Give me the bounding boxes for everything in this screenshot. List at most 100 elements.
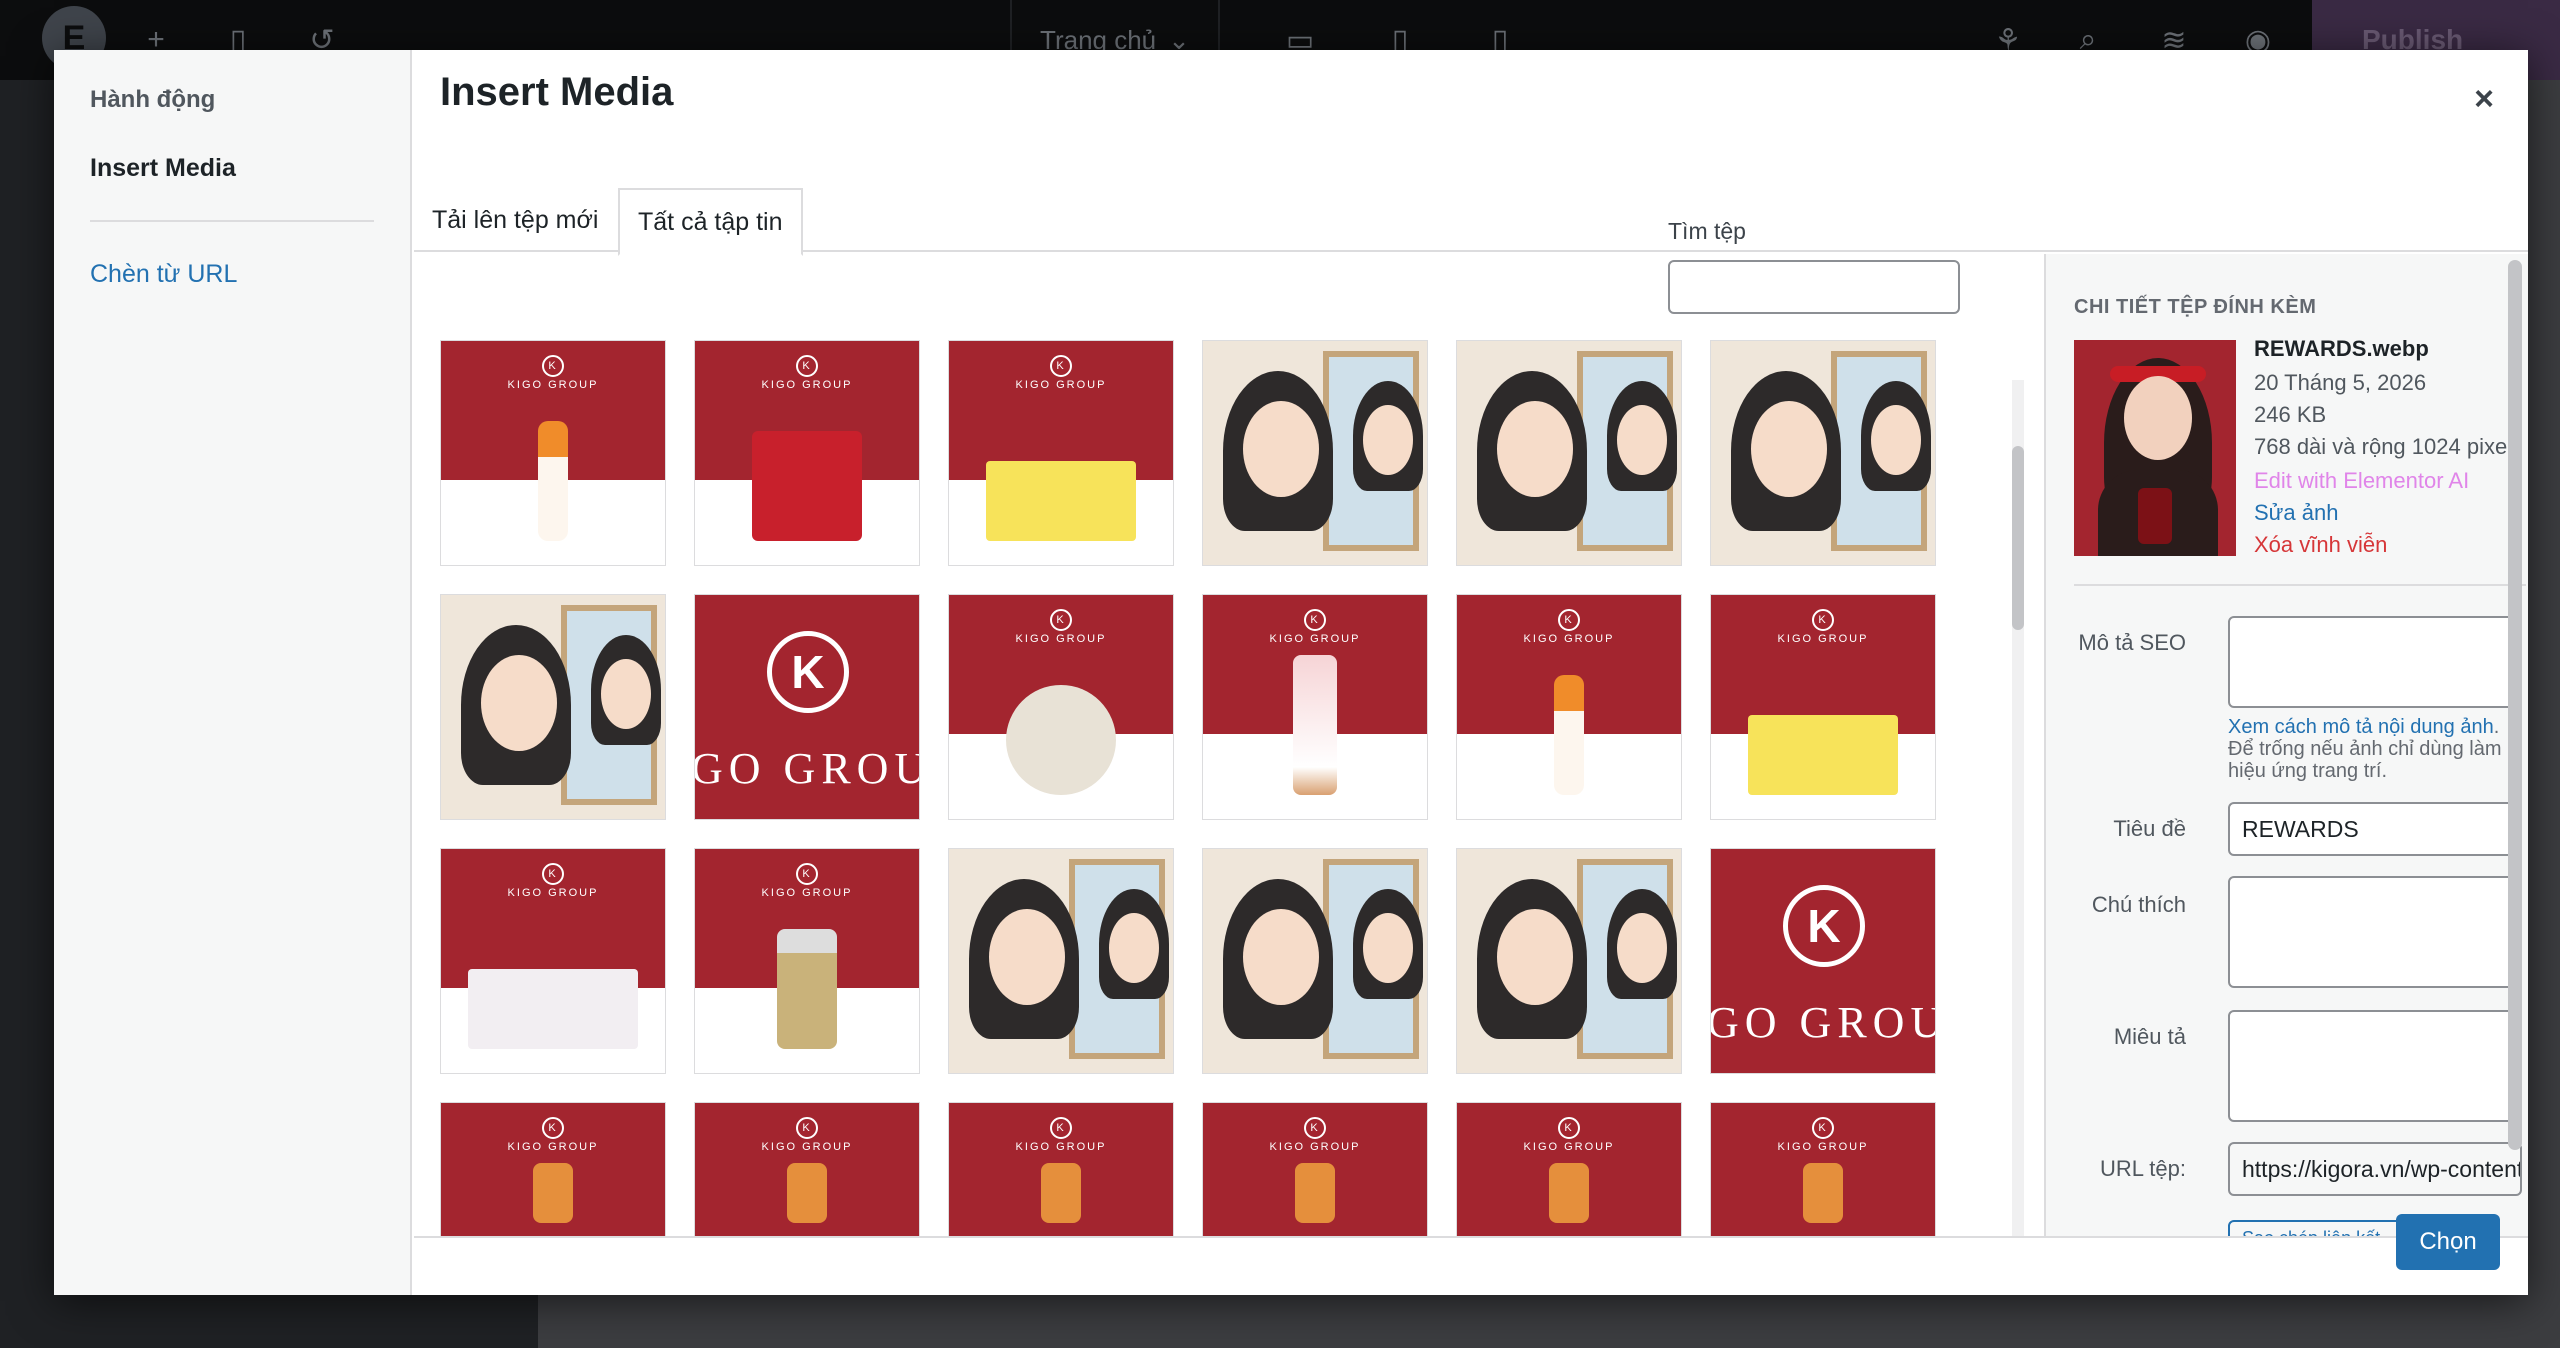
attachment-thumbnail[interactable]: K GO GROU <box>694 594 920 820</box>
attachment-thumbnail[interactable]: K KIGO GROUP <box>694 848 920 1074</box>
file-url-value: https://kigora.vn/wp-content/uploads/202… <box>2242 1155 2522 1182</box>
details-heading: CHI TIẾT TỆP ĐÍNH KÈM <box>2074 296 2317 318</box>
insert-media-modal: Hành động Insert Media Chèn từ URL Inser… <box>54 50 2528 1295</box>
attachment-thumbnail[interactable]: K KIGO GROUP <box>1710 1102 1936 1236</box>
caption-field[interactable] <box>2228 876 2522 988</box>
brand-label: K KIGO GROUP <box>1457 1117 1681 1153</box>
attachment-details: CHI TIẾT TỆP ĐÍNH KÈM REWARDS.webp 20 Th… <box>2044 254 2528 1236</box>
illustration-thumbnail[interactable] <box>948 848 1174 1074</box>
product-image <box>1803 1163 1843 1223</box>
description-label: Miêu tả <box>2113 1024 2186 1049</box>
attachment-thumbnail[interactable]: K KIGO GROUP <box>694 340 920 566</box>
illustration-thumbnail[interactable] <box>440 594 666 820</box>
seo-help-link[interactable]: Xem cách mô tả nội dung ảnh <box>2228 716 2494 738</box>
brand-label: K KIGO GROUP <box>441 863 665 899</box>
brand-label: K KIGO GROUP <box>949 355 1173 391</box>
product-image <box>1006 685 1116 795</box>
delete-permanently-link[interactable]: Xóa vĩnh viễn <box>2254 532 2387 558</box>
product-image <box>1041 1163 1081 1223</box>
copy-link-button[interactable]: Sao chép liên kết <box>2228 1220 2412 1236</box>
menu-separator <box>90 220 374 222</box>
product-image <box>1549 1163 1589 1223</box>
attachment-thumbnail[interactable]: K KIGO GROUP <box>1456 1102 1682 1236</box>
illustration-thumbnail[interactable] <box>1456 340 1682 566</box>
search-label: Tìm tệp <box>1668 218 1746 244</box>
product-image <box>538 421 568 541</box>
media-menu: Hành động Insert Media Chèn từ URL <box>54 50 412 1295</box>
illustration-thumbnail[interactable] <box>1202 848 1428 1074</box>
menu-heading: Hành động <box>90 86 216 113</box>
illustration-thumbnail[interactable] <box>1202 340 1428 566</box>
tab-media-library[interactable]: Tất cả tập tin <box>618 188 803 256</box>
attachment-thumbnail[interactable]: K KIGO GROUP <box>1202 594 1428 820</box>
menu-item-insert-media[interactable]: Insert Media <box>90 154 236 183</box>
details-scrollbar[interactable] <box>2508 260 2522 1150</box>
brand-label: K KIGO GROUP <box>441 1117 665 1153</box>
attachment-thumbnail[interactable]: K KIGO GROUP <box>1710 594 1936 820</box>
media-tabs: Tải lên tệp mới Tất cả tập tin <box>414 138 2528 256</box>
attachment-thumbnail[interactable]: K KIGO GROUP <box>948 1102 1174 1236</box>
brand-label: K KIGO GROUP <box>695 1117 919 1153</box>
brand-label: K KIGO GROUP <box>1711 1117 1935 1153</box>
grid-scrollbar[interactable] <box>2012 380 2024 1236</box>
search-input[interactable] <box>1668 260 1960 314</box>
product-image <box>752 431 862 541</box>
product-image <box>468 969 638 1049</box>
attachment-size: 246 KB <box>2254 402 2327 427</box>
edit-image-link[interactable]: Sửa ảnh <box>2254 500 2338 526</box>
attachment-date: 20 Tháng 5, 2026 <box>2254 370 2427 395</box>
title-value: REWARDS <box>2242 815 2359 842</box>
attachment-dimensions: 768 dài và rộng 1024 pixel <box>2254 434 2513 459</box>
file-url-label: URL tệp: <box>2099 1156 2186 1181</box>
seo-help-text: Xem cách mô tả nội dung ảnh. Để trống nế… <box>2228 716 2502 782</box>
illustration-thumbnail[interactable] <box>1710 340 1936 566</box>
product-image <box>1293 655 1337 795</box>
brand-label: K KIGO GROUP <box>1203 1117 1427 1153</box>
product-image <box>1295 1163 1335 1223</box>
brand-label: K KIGO GROUP <box>695 355 919 391</box>
attachment-thumbnail[interactable]: K GO GROU <box>1710 848 1936 1074</box>
close-icon[interactable]: × <box>2454 74 2514 124</box>
product-image <box>986 461 1136 541</box>
edit-with-ai-link[interactable]: Edit with Elementor AI <box>2254 468 2469 494</box>
brand-label: K KIGO GROUP <box>441 355 665 391</box>
brand-label: K KIGO GROUP <box>1457 609 1681 645</box>
seo-description-field[interactable] <box>2228 616 2522 708</box>
tab-upload[interactable]: Tải lên tệp mới <box>414 186 616 254</box>
seo-label: Mô tả SEO <box>2078 630 2186 655</box>
description-field[interactable] <box>2228 1010 2522 1122</box>
attachment-thumbnail[interactable]: K KIGO GROUP <box>1456 594 1682 820</box>
file-url-field[interactable]: https://kigora.vn/wp-content/uploads/202… <box>2228 1142 2522 1196</box>
caption-label: Chú thích <box>2091 892 2186 917</box>
brand-logo-text: GO GROU <box>1710 998 1936 1047</box>
attachment-thumbnail[interactable]: K KIGO GROUP <box>440 848 666 1074</box>
brand-logo-icon: K <box>767 631 849 713</box>
product-image <box>787 1163 827 1223</box>
select-button[interactable]: Chọn <box>2396 1214 2500 1270</box>
attachment-thumbnail[interactable]: K KIGO GROUP <box>694 1102 920 1236</box>
attachment-filename: REWARDS.webp <box>2254 336 2429 361</box>
attachment-thumbnail[interactable]: K KIGO GROUP <box>948 340 1174 566</box>
brand-logo-icon: K <box>1783 885 1865 967</box>
title-field[interactable]: REWARDS <box>2228 802 2522 856</box>
brand-logo-text: GO GROU <box>694 744 920 793</box>
product-image <box>1554 675 1584 795</box>
product-image <box>1748 715 1898 795</box>
modal-title: Insert Media <box>440 70 674 114</box>
attachment-thumbnail[interactable]: K KIGO GROUP <box>440 340 666 566</box>
media-toolbar <box>414 1236 2528 1295</box>
attachment-thumbnail[interactable]: K KIGO GROUP <box>440 1102 666 1236</box>
brand-label: K KIGO GROUP <box>1203 609 1427 645</box>
details-separator <box>2074 584 2526 586</box>
menu-item-insert-from-url[interactable]: Chèn từ URL <box>90 260 237 289</box>
title-label: Tiêu đề <box>2113 816 2186 841</box>
product-image <box>777 929 837 1049</box>
illustration-thumbnail[interactable] <box>1456 848 1682 1074</box>
attachment-thumbnail[interactable]: K KIGO GROUP <box>948 594 1174 820</box>
brand-label: K KIGO GROUP <box>1711 609 1935 645</box>
brand-label: K KIGO GROUP <box>695 863 919 899</box>
product-image <box>533 1163 573 1223</box>
attachments-grid: K KIGO GROUP K KIGO GROUP K KIGO GROUP K GO GRO… <box>440 340 1960 1236</box>
attachment-thumbnail[interactable]: K KIGO GROUP <box>1202 1102 1428 1236</box>
brand-label: K KIGO GROUP <box>949 1117 1173 1153</box>
